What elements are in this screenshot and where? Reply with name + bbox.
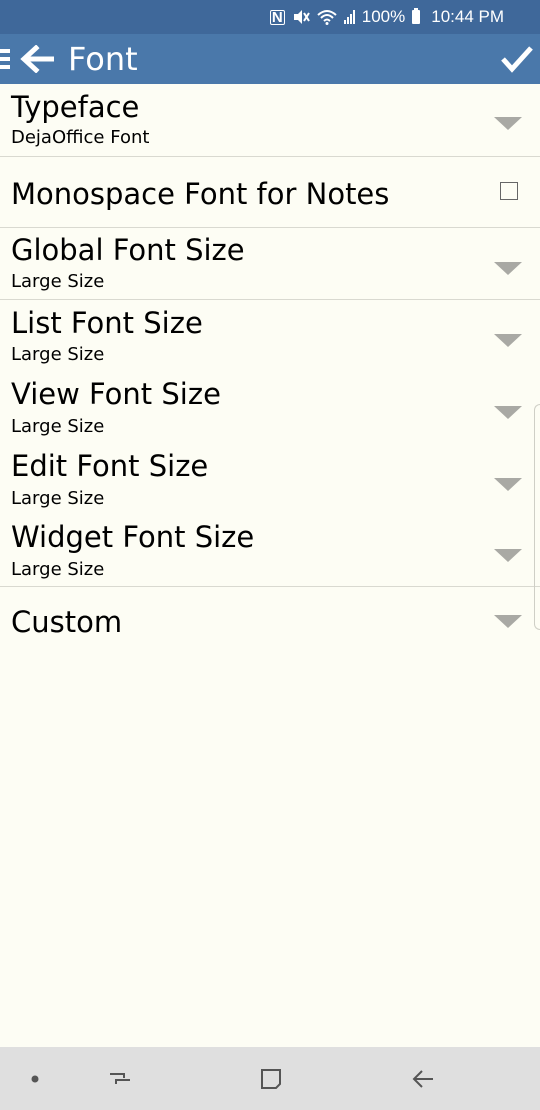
widget-font-size-value: Large Size	[11, 559, 105, 580]
settings-list: Typeface DejaOffice Font Monospace Font …	[0, 84, 540, 657]
monospace-label: Monospace Font for Notes	[11, 177, 390, 211]
view-font-size-setting[interactable]: View Font Size Large Size	[0, 372, 540, 444]
dropdown-arrow-icon[interactable]	[494, 406, 522, 419]
dot-icon[interactable]	[15, 1047, 55, 1110]
typeface-value: DejaOffice Font	[11, 127, 150, 148]
custom-setting[interactable]: Custom	[0, 587, 540, 657]
monospace-setting[interactable]: Monospace Font for Notes	[0, 157, 540, 228]
drawer-icon[interactable]	[0, 47, 12, 71]
home-icon[interactable]	[246, 1047, 296, 1110]
view-font-size-value: Large Size	[11, 416, 105, 437]
app-bar: Font	[0, 34, 540, 84]
back-arrow-icon[interactable]	[20, 45, 54, 73]
back-icon[interactable]	[398, 1047, 448, 1110]
edit-font-size-label: Edit Font Size	[11, 449, 209, 483]
typeface-label: Typeface	[11, 90, 140, 124]
typeface-setting[interactable]: Typeface DejaOffice Font	[0, 84, 540, 157]
mute-icon	[293, 10, 310, 24]
widget-font-size-label: Widget Font Size	[11, 520, 255, 554]
monospace-checkbox[interactable]	[500, 182, 518, 200]
dropdown-arrow-icon[interactable]	[494, 262, 522, 275]
edit-font-size-setting[interactable]: Edit Font Size Large Size	[0, 444, 540, 515]
list-font-size-setting[interactable]: List Font Size Large Size	[0, 300, 540, 372]
widget-font-size-setting[interactable]: Widget Font Size Large Size	[0, 515, 540, 587]
wifi-icon	[317, 10, 337, 25]
battery-icon	[412, 8, 421, 24]
nfc-icon: N	[269, 8, 285, 26]
view-font-size-label: View Font Size	[11, 377, 221, 411]
list-font-size-label: List Font Size	[11, 306, 203, 340]
clock: 10:44 PM	[431, 7, 504, 26]
list-font-size-value: Large Size	[11, 344, 105, 365]
page-title: Font	[68, 40, 138, 78]
checkmark-icon[interactable]	[500, 44, 534, 74]
navigation-bar	[0, 1047, 540, 1110]
scroll-indicator[interactable]	[534, 404, 540, 630]
global-font-size-value: Large Size	[11, 271, 105, 292]
dropdown-arrow-icon[interactable]	[494, 117, 522, 130]
status-bar: N 100% 10:44 PM	[0, 0, 540, 34]
dropdown-arrow-icon[interactable]	[494, 478, 522, 491]
dropdown-arrow-icon[interactable]	[494, 549, 522, 562]
global-font-size-label: Global Font Size	[11, 233, 245, 267]
signal-icon	[343, 10, 355, 24]
recent-apps-icon[interactable]	[95, 1047, 145, 1110]
custom-label: Custom	[11, 605, 123, 639]
dropdown-arrow-icon[interactable]	[494, 615, 522, 628]
battery-percent: 100%	[361, 7, 406, 26]
global-font-size-setting[interactable]: Global Font Size Large Size	[0, 228, 540, 300]
dropdown-arrow-icon[interactable]	[494, 334, 522, 347]
edit-font-size-value: Large Size	[11, 488, 105, 509]
